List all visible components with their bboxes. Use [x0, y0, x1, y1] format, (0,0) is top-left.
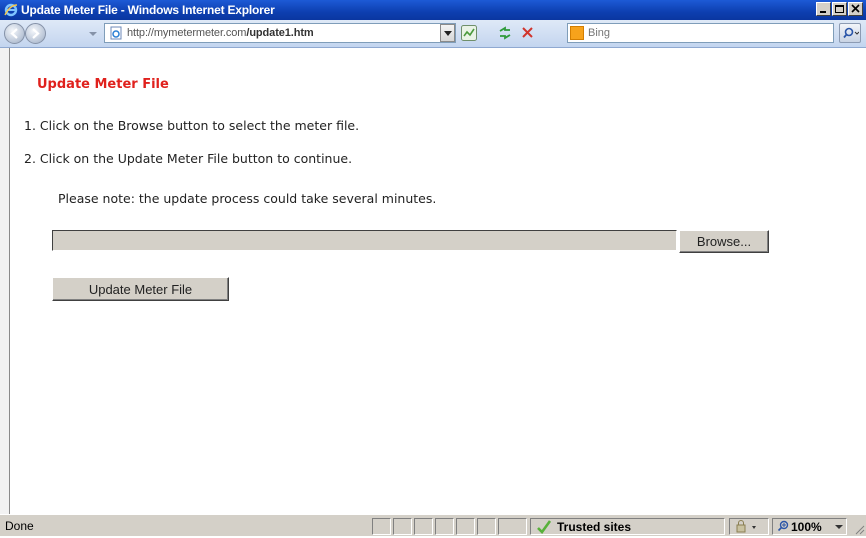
zone-label: Trusted sites — [557, 520, 632, 534]
refresh-icon — [499, 26, 511, 40]
update-note: Please note: the update process could ta… — [58, 191, 437, 206]
bing-icon — [570, 26, 584, 40]
search-button[interactable] — [839, 23, 861, 43]
instruction-step-2: 2. Click on the Update Meter File button… — [24, 151, 353, 166]
status-pane — [372, 518, 391, 535]
maximize-icon — [835, 5, 844, 13]
back-button[interactable] — [4, 23, 25, 44]
update-meter-file-button[interactable]: Update Meter File — [52, 277, 229, 301]
page-icon — [110, 26, 122, 40]
window-controls — [816, 2, 863, 16]
zoom-dropdown-icon — [835, 525, 843, 529]
status-pane — [414, 518, 433, 535]
window-title: Update Meter File - Windows Internet Exp… — [21, 3, 275, 17]
stop-icon — [522, 27, 533, 38]
left-frame-border — [0, 48, 10, 514]
lock-icon — [736, 520, 756, 533]
forward-button[interactable] — [25, 23, 46, 44]
resize-grip-icon[interactable] — [853, 523, 865, 535]
compatibility-icon — [461, 25, 477, 41]
refresh-button[interactable] — [496, 24, 514, 42]
status-bar: Done Trusted sites 100% — [0, 514, 866, 536]
back-icon — [10, 28, 18, 39]
minimize-button[interactable] — [816, 2, 831, 16]
search-input[interactable] — [588, 27, 818, 39]
history-dropdown[interactable] — [89, 32, 97, 36]
status-pane — [393, 518, 412, 535]
compatibility-button[interactable] — [460, 24, 478, 42]
status-pane — [498, 518, 527, 535]
ie-logo-icon — [4, 3, 18, 17]
search-icon — [843, 27, 859, 39]
address-bar[interactable]: http://mymetermeter.com/update1.htm — [104, 23, 456, 43]
zoom-control[interactable]: 100% — [772, 518, 847, 535]
instruction-step-1: 1. Click on the Browse button to select … — [24, 118, 360, 133]
protected-mode-button[interactable] — [729, 518, 769, 535]
forward-icon — [32, 28, 40, 39]
status-pane — [456, 518, 475, 535]
zoom-icon — [777, 520, 789, 532]
title-bar: Update Meter File - Windows Internet Exp… — [0, 0, 866, 20]
status-text: Done — [5, 519, 34, 533]
close-icon — [851, 4, 860, 13]
status-pane — [435, 518, 454, 535]
security-zone[interactable]: Trusted sites — [530, 518, 725, 535]
url-host: http://mymetermeter.com — [127, 27, 247, 39]
browse-button[interactable]: Browse... — [679, 230, 769, 253]
zoom-level: 100% — [791, 520, 822, 534]
meter-file-path-input[interactable] — [52, 230, 677, 251]
page-title: Update Meter File — [37, 77, 169, 92]
address-dropdown-button[interactable] — [440, 24, 455, 42]
minimize-icon — [820, 11, 826, 13]
stop-button[interactable] — [519, 24, 537, 42]
navigation-bar: http://mymetermeter.com/update1.htm — [0, 20, 866, 48]
check-icon — [537, 520, 552, 534]
url-path: /update1.htm — [246, 27, 314, 39]
status-pane — [477, 518, 496, 535]
maximize-button[interactable] — [832, 2, 847, 16]
close-button[interactable] — [848, 2, 863, 16]
address-url: http://mymetermeter.com/update1.htm — [127, 27, 314, 39]
search-box[interactable] — [567, 23, 834, 43]
